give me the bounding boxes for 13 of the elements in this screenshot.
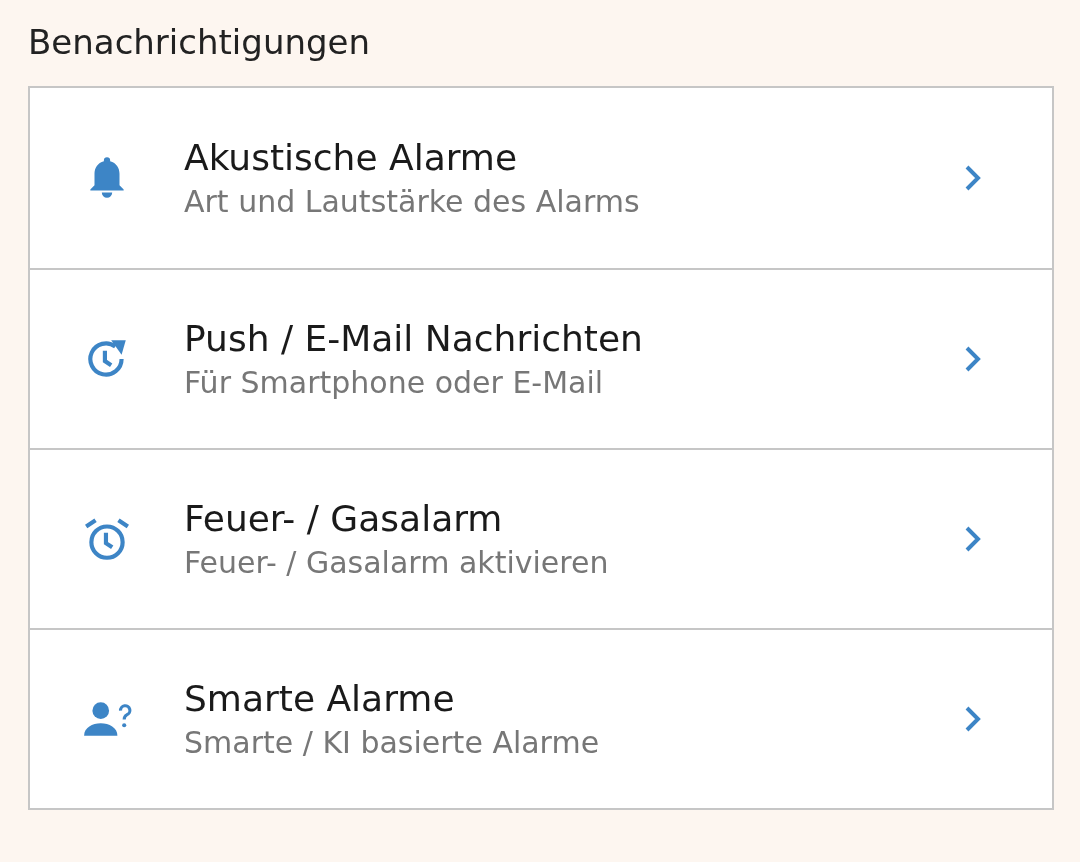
row-subtitle: Smarte / KI basierte Alarme	[184, 725, 601, 760]
row-subtitle: Für Smartphone oder E-Mail	[184, 365, 605, 400]
settings-row[interactable]: Push / E-Mail Nachrichten Für Smartphone oder E-Mail	[30, 270, 1052, 448]
section-title: Benachrichtigungen	[28, 22, 372, 62]
row-subtitle: Art und Lautstärke des Alarms	[184, 184, 641, 219]
row-title: Feuer- / Gasalarm	[184, 498, 504, 539]
settings-row[interactable]: Smarte Alarme Smarte / KI basierte Alarme	[30, 630, 1052, 808]
row-title: Smarte Alarme	[184, 678, 456, 719]
settings-row[interactable]: Akustische Alarme Art und Lautstärke des Alarms	[30, 88, 1052, 268]
row-title: Akustische Alarme	[184, 137, 519, 178]
row-subtitle: Feuer- / Gasalarm aktivieren	[184, 545, 610, 580]
row-title: Push / E-Mail Nachrichten	[184, 318, 644, 359]
settings-row[interactable]: Feuer- / Gasalarm Feuer- / Gasalarm aktivieren	[30, 450, 1052, 628]
